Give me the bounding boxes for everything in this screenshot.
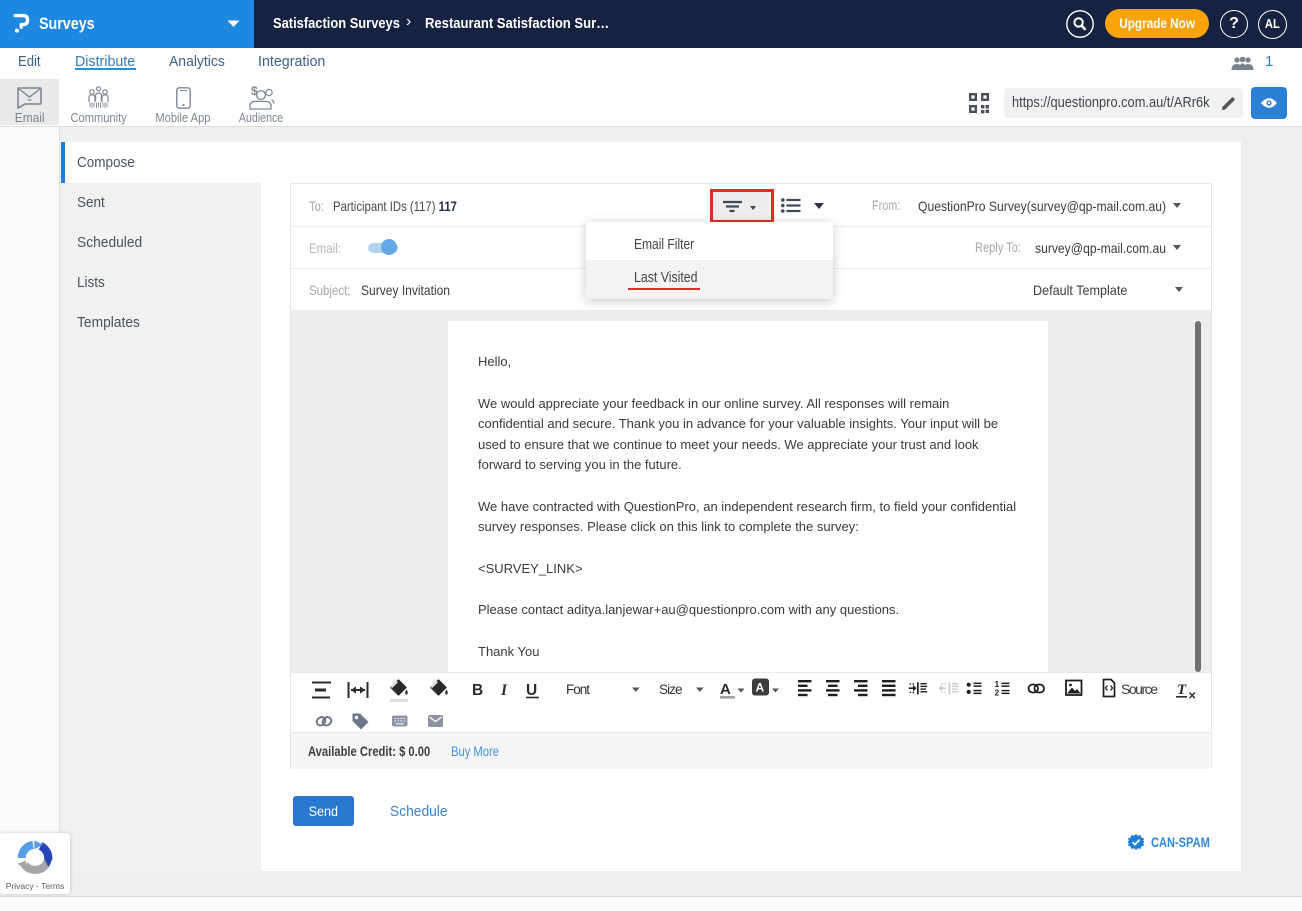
svg-text:2: 2 bbox=[995, 688, 1000, 698]
svg-text:U: U bbox=[526, 682, 537, 699]
svg-text:A: A bbox=[720, 681, 731, 698]
svg-text:✕: ✕ bbox=[1188, 691, 1196, 702]
svg-text:Font: Font bbox=[566, 682, 590, 697]
svg-text:T: T bbox=[1177, 682, 1187, 698]
svg-text:Source: Source bbox=[1121, 681, 1158, 697]
svg-text:Size: Size bbox=[659, 682, 683, 697]
svg-text:I: I bbox=[500, 682, 508, 699]
svg-text:A: A bbox=[756, 681, 765, 695]
svg-text:B: B bbox=[472, 682, 483, 699]
